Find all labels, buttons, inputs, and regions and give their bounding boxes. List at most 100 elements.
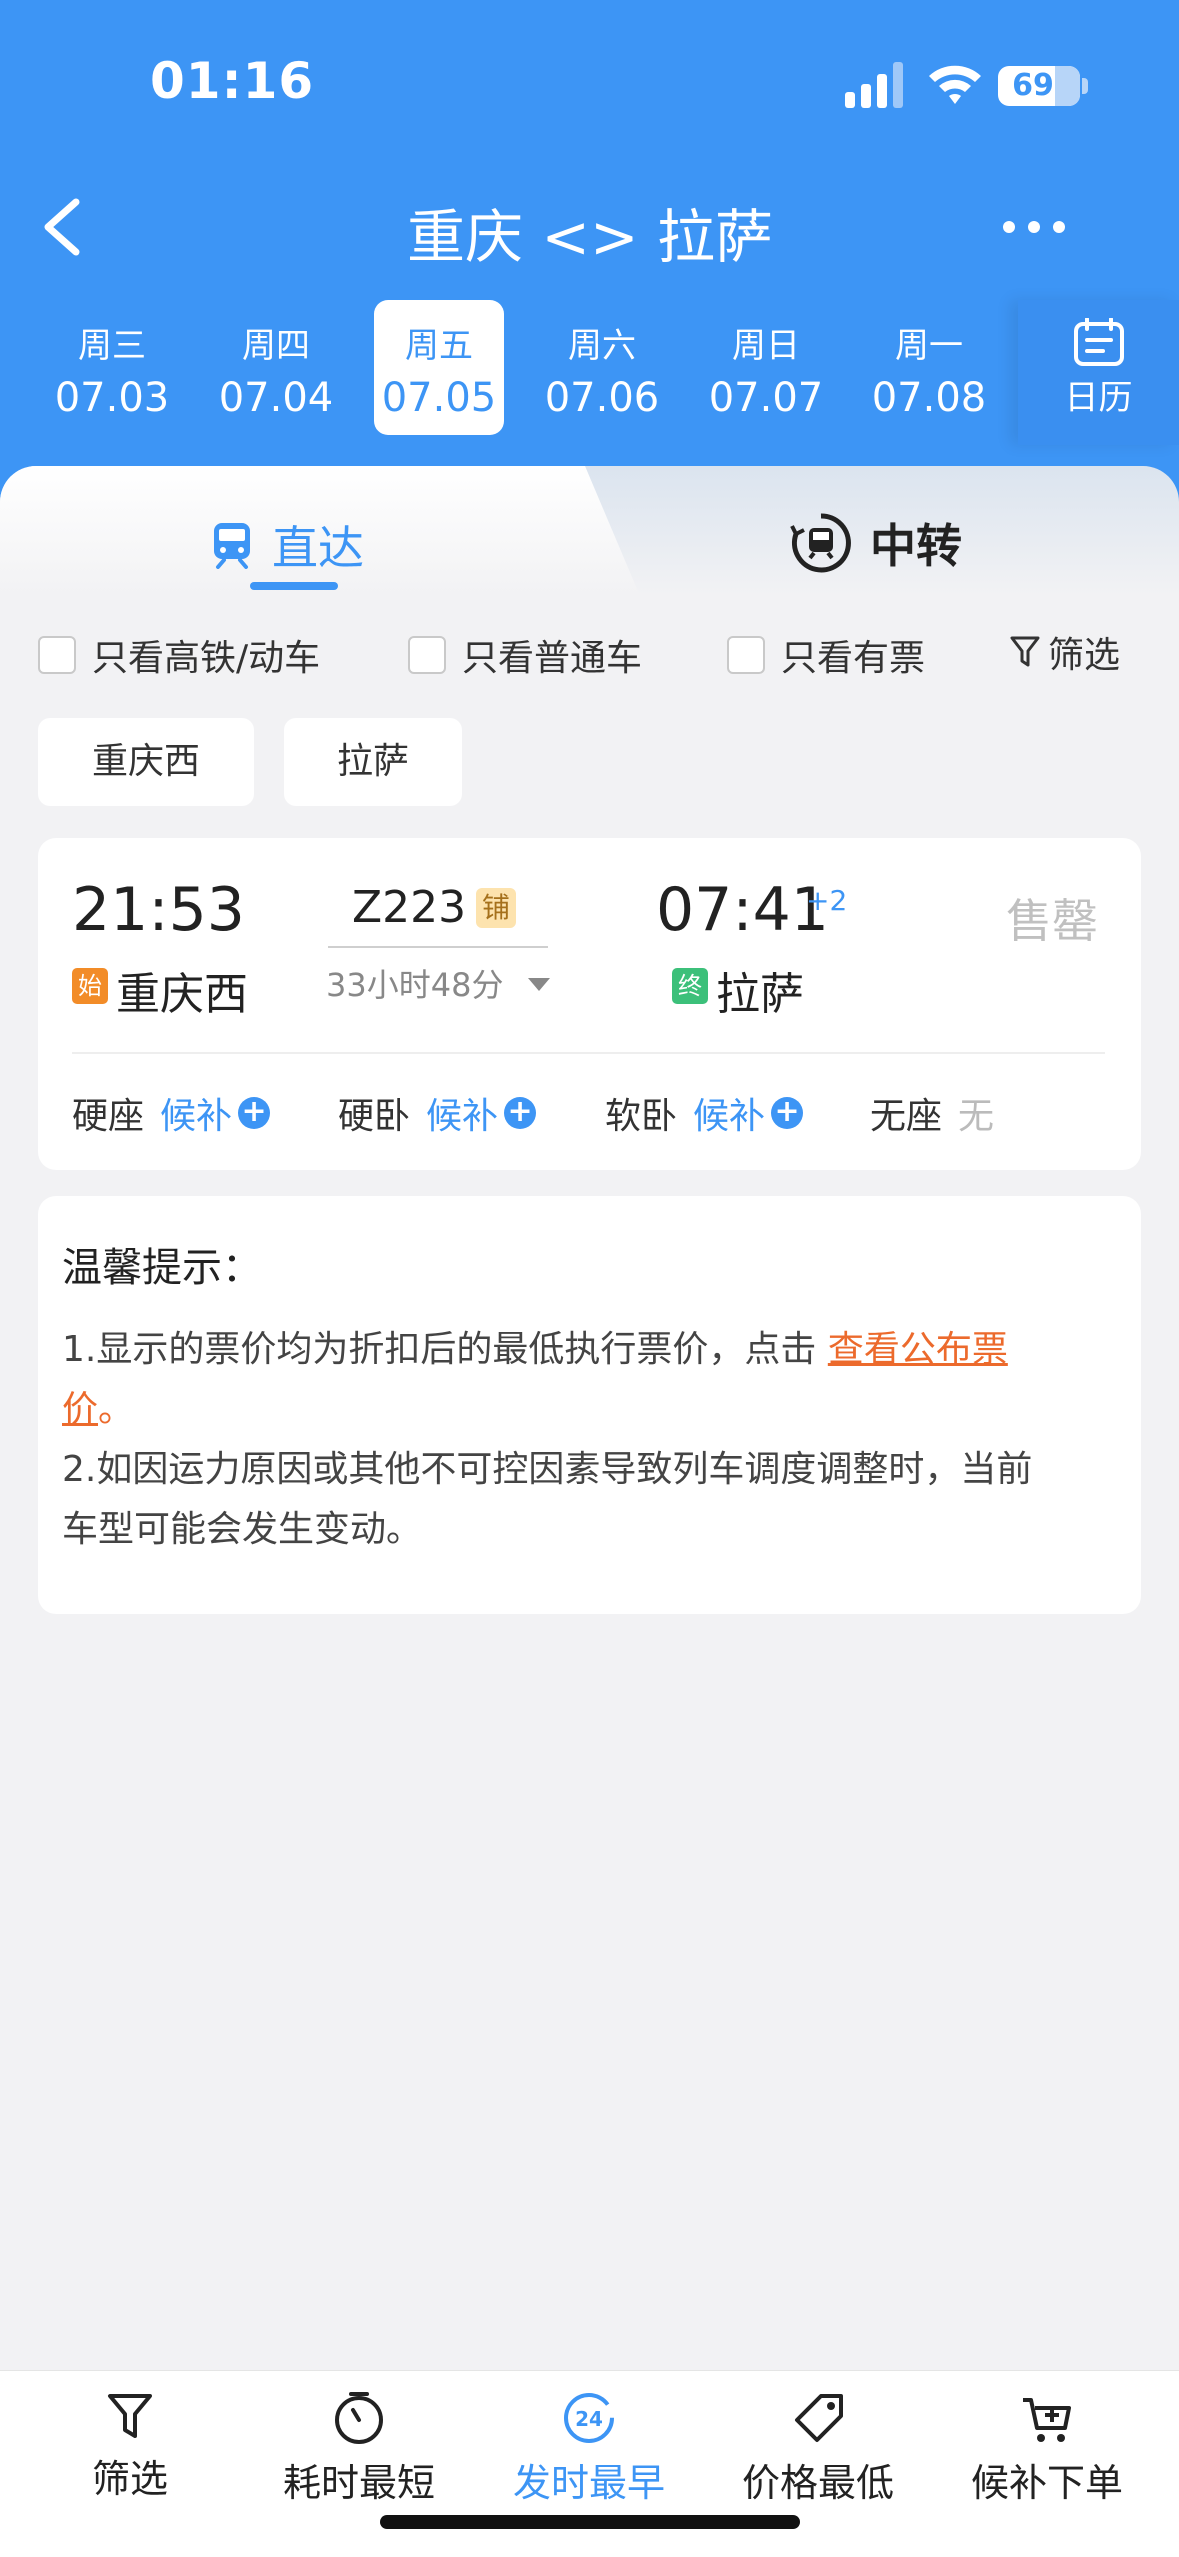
seat-type: 软卧 [605,1096,678,1137]
plus-circle-icon[interactable]: + [771,1097,804,1129]
station-chip-to[interactable]: 拉萨 [284,718,462,806]
tab-underline [250,582,338,590]
seat-hard-seat[interactable]: 硬座 候补 + [72,1088,271,1138]
tips-punct: 。 [98,1389,135,1430]
tips-line-2: 2.如因运力原因或其他不可控因素导致列车调度调整时，当前 [62,1449,1033,1490]
date-value: 07.05 [381,375,497,421]
tips-line-1b: 价。 [62,1380,1092,1440]
seat-soft-sleeper[interactable]: 软卧 候补 + [605,1088,804,1138]
date-value: 07.08 [871,375,987,421]
bottom-waitlist-button[interactable]: 候补下单 [947,2390,1147,2507]
route-line [328,946,548,948]
tips-text: 1.显示的票价均为折扣后的最低执行票价，点击 [62,1329,817,1370]
bottom-filter-button[interactable]: 筛选 [30,2390,230,2503]
seat-hard-sleeper[interactable]: 硬卧 候补 + [338,1088,537,1138]
calendar-icon [1073,317,1124,366]
bottom-label: 发时最早 [512,2461,665,2505]
checkbox[interactable] [38,636,76,674]
origin-tag: 始 [72,968,108,1004]
checkbox[interactable] [408,636,446,674]
bottom-cheapest-button[interactable]: 价格最低 [718,2390,918,2507]
date-tab[interactable]: 周六 07.06 [537,300,667,435]
tips-title: 温馨提示： [62,1245,262,1291]
back-arrow-icon[interactable] [38,196,88,258]
cart-add-icon [1023,2398,1071,2442]
filter-normal-train[interactable]: 只看普通车 [408,633,642,679]
battery-tip [1082,78,1088,94]
date-value: 07.07 [708,375,824,421]
date-weekday: 周四 [242,326,310,366]
plus-circle-icon[interactable]: + [504,1097,537,1129]
date-weekday: 周六 [568,326,636,366]
origin-station: 重庆西 [116,969,248,1020]
signal-icon [845,62,903,108]
page-title: 重庆 <> 拉萨 [406,203,774,271]
tab-transfer-label: 中转 [870,519,962,573]
station-chip-from[interactable]: 重庆西 [38,718,254,806]
sold-out-status: 售罄 [1006,894,1098,948]
filter-label: 只看有票 [781,638,926,679]
home-indicator [380,2515,800,2529]
wifi-icon [929,65,981,104]
seat-status: 候补 [426,1096,499,1137]
duration: 33小时48分 [326,966,504,1004]
date-value: 07.03 [54,375,170,421]
timer-icon [335,2392,383,2444]
terminal-tag: 终 [672,968,708,1004]
date-weekday: 周日 [732,326,800,366]
tab-transfer[interactable]: 中转 [790,508,962,578]
divider [72,1052,1105,1054]
date-tab-selected[interactable]: 周五 07.05 [374,300,504,435]
price-tag-icon [795,2394,843,2442]
date-weekday: 周一 [895,326,963,366]
date-value: 07.06 [544,375,660,421]
published-fare-link[interactable]: 查看公布票 [828,1329,1008,1370]
svg-text:24: 24 [575,2407,603,2431]
more-icon[interactable] [1003,215,1065,239]
calendar-button[interactable]: 日历 [1018,300,1179,445]
seat-status: 候补 [693,1096,766,1137]
sleeper-badge: 铺 [476,888,516,928]
clock-24-icon: 24 [564,2393,614,2443]
filter-button-label: 筛选 [1048,635,1121,676]
filter-button[interactable]: 筛选 [1010,630,1120,676]
calendar-label: 日历 [1064,378,1133,418]
bottom-label: 候补下单 [970,2461,1123,2505]
checkbox[interactable] [727,636,765,674]
tips-line-2b: 车型可能会发生变动。 [62,1509,423,1550]
published-fare-link-cont[interactable]: 价 [62,1389,98,1430]
date-tab[interactable]: 周日 07.07 [701,300,831,435]
transfer-train-icon [790,513,851,573]
tips-line-1: 1.显示的票价均为折扣后的最低执行票价，点击 查看公布票 [62,1320,1092,1380]
bottom-earliest-button[interactable]: 24 发时最早 [489,2390,689,2507]
train-icon [214,523,250,569]
date-weekday: 周三 [78,326,146,366]
arrival-time: 07:41 [656,875,829,945]
funnel-icon [1010,636,1040,667]
filter-icon [108,2394,152,2438]
filter-available[interactable]: 只看有票 [727,633,925,679]
plus-circle-icon[interactable]: + [238,1097,271,1129]
chevron-down-icon[interactable] [528,978,550,991]
seat-no-seat: 无座 无 [870,1088,994,1138]
train-number: Z223 [352,882,467,933]
bottom-shortest-button[interactable]: 耗时最短 [259,2390,459,2507]
date-tab[interactable]: 周四 07.04 [211,300,341,435]
tab-direct[interactable]: 直达 [210,510,364,580]
arrival-day-offset: +2 [806,884,848,917]
filter-label: 只看普通车 [462,638,643,679]
filter-high-speed[interactable]: 只看高铁/动车 [38,633,320,679]
battery-percent: 69 [1012,68,1054,103]
status-time: 01:16 [150,52,315,110]
date-value: 07.04 [218,375,334,421]
seat-type: 硬卧 [338,1096,411,1137]
bottom-label: 筛选 [91,2457,168,2501]
bottom-label: 价格最低 [741,2461,894,2505]
date-tab[interactable]: 周一 07.08 [864,300,994,435]
seat-type: 无座 [870,1096,943,1137]
battery-icon: 69 [998,66,1080,106]
date-tab[interactable]: 周三 07.03 [47,300,177,435]
date-weekday: 周五 [405,326,473,366]
filter-label: 只看高铁/动车 [92,638,321,679]
seat-status: 无 [958,1096,995,1137]
